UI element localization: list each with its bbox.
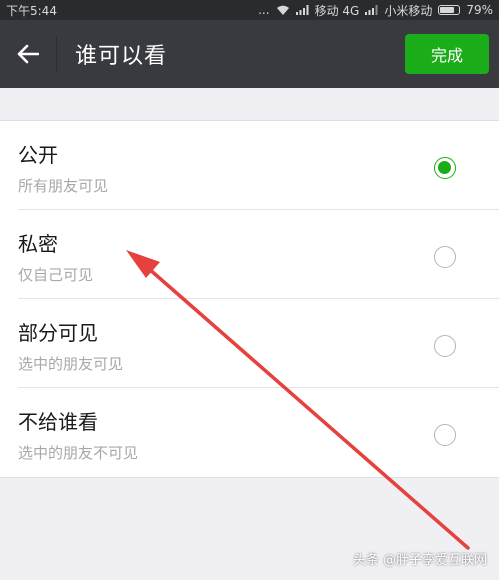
option-subtitle: 选中的朋友可见 <box>18 355 124 373</box>
signal-icon <box>295 5 309 15</box>
signal-icon-secondary <box>365 5 378 15</box>
nav-divider <box>56 36 57 72</box>
visibility-options-list: 公开 所有朋友可见 私密 仅自己可见 部分可见 选中的朋友可见 不给谁看 选中的… <box>0 120 499 478</box>
more-icon: ... <box>258 3 270 17</box>
status-indicators: ... 移动 4G 小米移动 79% <box>258 2 493 19</box>
battery-icon <box>438 5 461 15</box>
option-subtitle: 仅自己可见 <box>18 266 94 284</box>
radio-partial[interactable] <box>434 335 456 357</box>
watermark: 头条 @胖子孪爱互联网 <box>352 553 487 568</box>
battery-percent: 79% <box>466 3 493 17</box>
radio-exclude[interactable] <box>434 424 456 446</box>
option-title: 部分可见 <box>18 321 98 345</box>
nav-bar: 谁可以看 完成 <box>0 20 499 88</box>
option-exclude[interactable]: 不给谁看 选中的朋友不可见 <box>0 388 499 477</box>
option-subtitle: 选中的朋友不可见 <box>18 444 139 462</box>
radio-public[interactable] <box>434 157 456 179</box>
back-arrow-icon <box>17 44 39 64</box>
option-title: 公开 <box>18 143 58 167</box>
option-title: 私密 <box>18 232 58 256</box>
status-time: 下午5:44 <box>6 3 57 18</box>
section-spacer <box>0 88 499 118</box>
carrier-secondary: 小米移动 <box>384 3 433 18</box>
option-title: 不给谁看 <box>18 410 98 434</box>
radio-private[interactable] <box>434 246 456 268</box>
status-bar: 下午5:44 ... 移动 4G 小米移动 79% <box>0 0 499 20</box>
done-button[interactable]: 完成 <box>405 34 489 74</box>
back-button[interactable] <box>0 20 56 88</box>
page-title: 谁可以看 <box>75 44 168 69</box>
option-private[interactable]: 私密 仅自己可见 <box>0 210 499 299</box>
carrier-primary: 移动 4G <box>314 3 360 18</box>
option-partial[interactable]: 部分可见 选中的朋友可见 <box>0 299 499 388</box>
option-subtitle: 所有朋友可见 <box>18 177 109 195</box>
option-public[interactable]: 公开 所有朋友可见 <box>0 121 499 210</box>
wifi-icon <box>276 5 289 15</box>
